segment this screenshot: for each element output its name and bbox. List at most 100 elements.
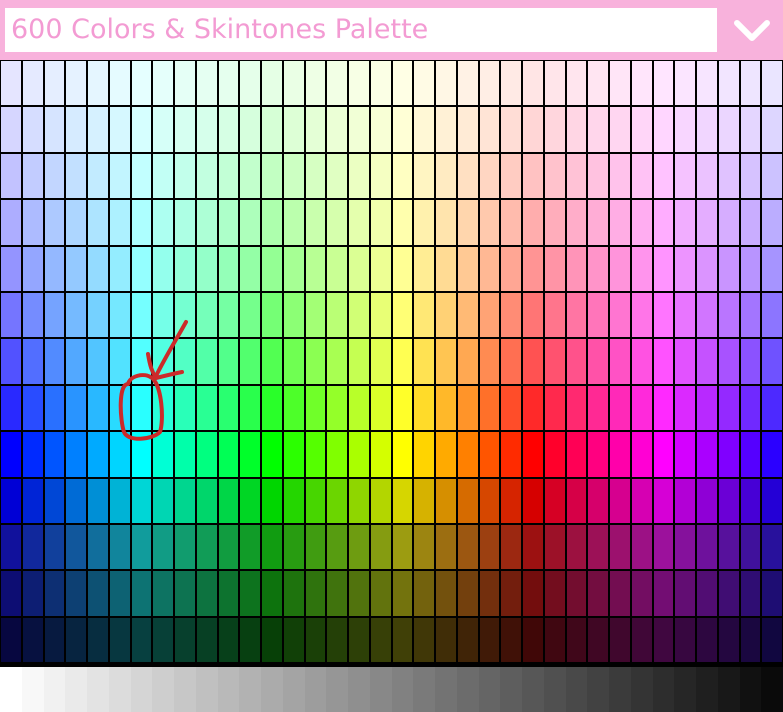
color-swatch[interactable]	[261, 477, 283, 524]
color-swatch[interactable]	[478, 292, 501, 339]
grayscale-swatch[interactable]	[261, 667, 283, 712]
color-swatch[interactable]	[522, 384, 544, 432]
color-swatch[interactable]	[87, 199, 109, 246]
grayscale-swatch[interactable]	[609, 667, 631, 712]
color-swatch[interactable]	[217, 616, 240, 664]
grayscale-swatch[interactable]	[195, 667, 218, 712]
color-swatch[interactable]	[217, 245, 240, 292]
color-swatch[interactable]	[108, 570, 131, 617]
color-swatch[interactable]	[391, 292, 414, 339]
color-swatch[interactable]	[174, 60, 196, 107]
color-swatch[interactable]	[326, 477, 348, 524]
color-swatch[interactable]	[21, 570, 44, 617]
color-swatch[interactable]	[217, 431, 240, 478]
color-swatch[interactable]	[21, 152, 44, 200]
color-swatch[interactable]	[195, 152, 218, 200]
color-swatch[interactable]	[652, 106, 675, 153]
color-swatch[interactable]	[522, 524, 544, 571]
color-swatch[interactable]	[130, 292, 153, 339]
color-swatch[interactable]	[217, 338, 240, 385]
color-swatch[interactable]	[108, 245, 131, 292]
color-swatch[interactable]	[696, 292, 718, 339]
color-swatch[interactable]	[108, 199, 131, 246]
color-swatch[interactable]	[326, 431, 348, 478]
color-swatch[interactable]	[217, 152, 240, 200]
color-swatch[interactable]	[609, 570, 631, 617]
color-swatch[interactable]	[674, 106, 696, 153]
color-swatch[interactable]	[43, 152, 66, 200]
color-swatch[interactable]	[522, 570, 544, 617]
color-swatch[interactable]	[565, 60, 588, 107]
color-swatch[interactable]	[108, 338, 131, 385]
color-swatch[interactable]	[152, 106, 174, 153]
color-swatch[interactable]	[21, 292, 44, 339]
color-swatch[interactable]	[543, 616, 566, 664]
color-swatch[interactable]	[369, 106, 392, 153]
color-swatch[interactable]	[456, 199, 479, 246]
color-swatch[interactable]	[195, 524, 218, 571]
color-swatch[interactable]	[108, 384, 131, 432]
color-swatch[interactable]	[174, 338, 196, 385]
grayscale-swatch[interactable]	[152, 667, 174, 712]
color-swatch[interactable]	[652, 60, 675, 107]
color-swatch[interactable]	[326, 199, 348, 246]
color-swatch[interactable]	[543, 245, 566, 292]
color-swatch[interactable]	[761, 60, 783, 107]
color-swatch[interactable]	[456, 292, 479, 339]
color-swatch[interactable]	[239, 384, 261, 432]
color-swatch[interactable]	[630, 431, 653, 478]
color-swatch[interactable]	[282, 524, 305, 571]
color-swatch[interactable]	[348, 338, 370, 385]
color-swatch[interactable]	[652, 524, 675, 571]
color-swatch[interactable]	[282, 477, 305, 524]
color-swatch[interactable]	[21, 199, 44, 246]
color-swatch[interactable]	[261, 524, 283, 571]
color-swatch[interactable]	[435, 292, 457, 339]
color-swatch[interactable]	[326, 245, 348, 292]
color-swatch[interactable]	[304, 292, 327, 339]
color-swatch[interactable]	[369, 199, 392, 246]
color-swatch[interactable]	[21, 60, 44, 107]
color-swatch[interactable]	[217, 524, 240, 571]
color-swatch[interactable]	[369, 616, 392, 664]
color-swatch[interactable]	[261, 292, 283, 339]
color-swatch[interactable]	[0, 524, 22, 571]
color-swatch[interactable]	[348, 524, 370, 571]
color-swatch[interactable]	[456, 152, 479, 200]
color-swatch[interactable]	[739, 292, 762, 339]
color-swatch[interactable]	[369, 477, 392, 524]
color-swatch[interactable]	[87, 616, 109, 664]
color-swatch[interactable]	[478, 106, 501, 153]
grayscale-swatch[interactable]	[500, 667, 522, 712]
color-swatch[interactable]	[174, 477, 196, 524]
color-swatch[interactable]	[0, 477, 22, 524]
color-swatch[interactable]	[522, 106, 544, 153]
color-swatch[interactable]	[239, 570, 261, 617]
color-swatch[interactable]	[674, 199, 696, 246]
color-swatch[interactable]	[152, 292, 174, 339]
color-swatch[interactable]	[543, 199, 566, 246]
color-swatch[interactable]	[304, 477, 327, 524]
color-swatch[interactable]	[500, 106, 522, 153]
color-swatch[interactable]	[108, 616, 131, 664]
color-swatch[interactable]	[587, 570, 609, 617]
grayscale-swatch[interactable]	[652, 667, 675, 712]
color-swatch[interactable]	[0, 616, 22, 664]
color-swatch[interactable]	[739, 477, 762, 524]
color-swatch[interactable]	[435, 524, 457, 571]
color-swatch[interactable]	[435, 245, 457, 292]
color-swatch[interactable]	[304, 616, 327, 664]
color-swatch[interactable]	[391, 524, 414, 571]
color-swatch[interactable]	[65, 616, 87, 664]
color-swatch[interactable]	[674, 384, 696, 432]
color-swatch[interactable]	[739, 199, 762, 246]
grayscale-swatch[interactable]	[391, 667, 414, 712]
color-swatch[interactable]	[717, 524, 740, 571]
color-swatch[interactable]	[587, 477, 609, 524]
color-swatch[interactable]	[87, 524, 109, 571]
color-swatch[interactable]	[674, 616, 696, 664]
color-swatch[interactable]	[348, 292, 370, 339]
color-swatch[interactable]	[195, 616, 218, 664]
color-swatch[interactable]	[152, 616, 174, 664]
grayscale-swatch[interactable]	[630, 667, 653, 712]
